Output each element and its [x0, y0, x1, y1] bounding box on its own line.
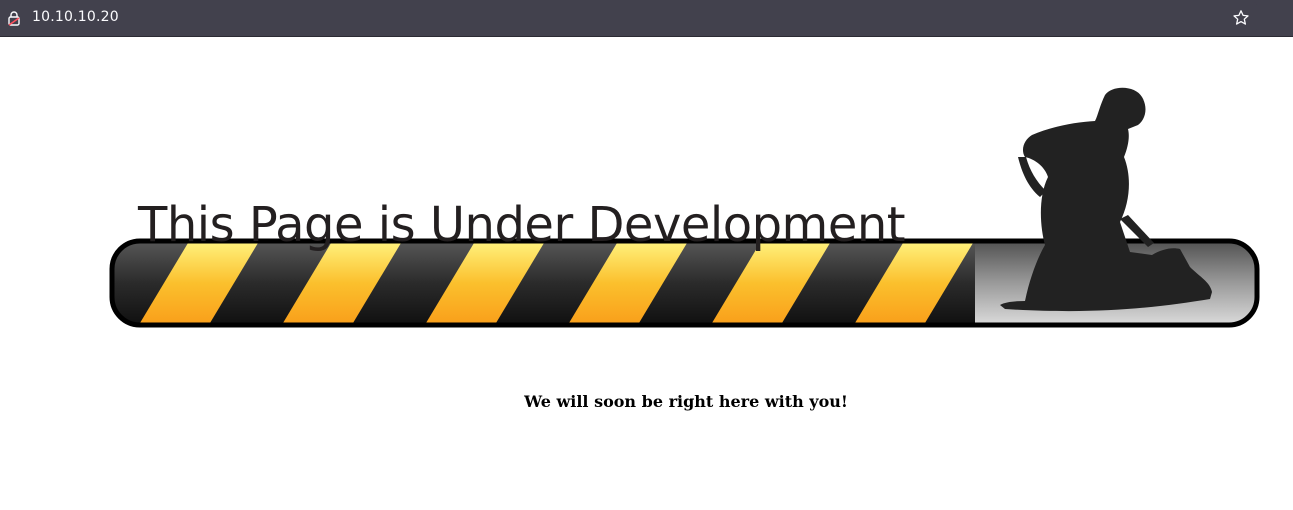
star-icon[interactable] — [1232, 9, 1250, 27]
address-bar[interactable]: 10.10.10.20 — [0, 2, 1257, 32]
under-development-banner: This Page is Under Development — [100, 77, 1270, 337]
lock-icon[interactable] — [6, 10, 22, 26]
tagline-text: We will soon be right here with you! — [524, 392, 848, 411]
page-content: This Page is Under Development We will s… — [0, 37, 1293, 510]
worker-shoveling-icon — [1000, 87, 1212, 312]
url-text[interactable]: 10.10.10.20 — [32, 9, 119, 25]
banner-title: This Page is Under Development — [138, 197, 906, 253]
browser-toolbar: 10.10.10.20 — [0, 0, 1293, 37]
